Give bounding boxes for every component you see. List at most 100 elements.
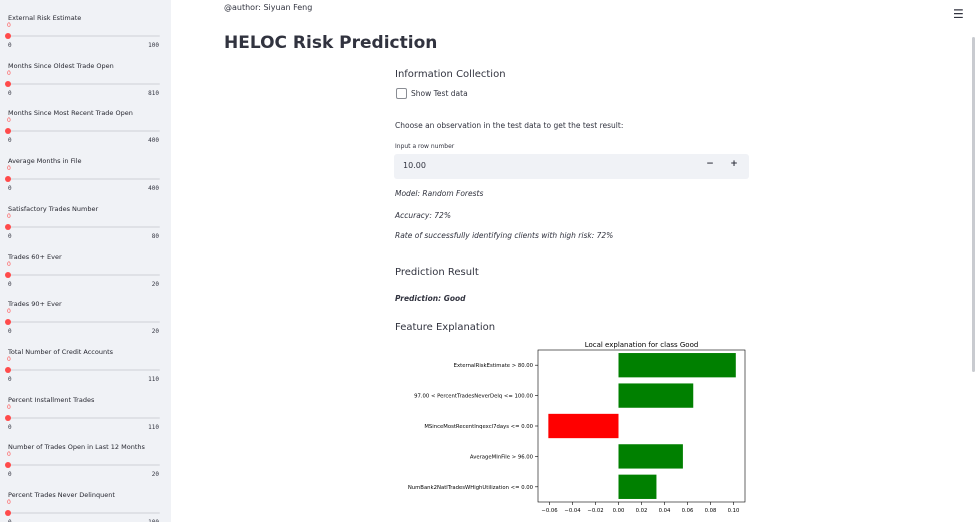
slider-thumb[interactable] xyxy=(5,366,11,373)
slider-track[interactable] xyxy=(8,464,160,467)
slider-max: 100 xyxy=(148,42,159,49)
slider-label: Months Since Oldest Trade Open xyxy=(8,61,114,70)
slider-min: 0 xyxy=(8,137,12,145)
row-number-label: Input a row number xyxy=(395,143,455,150)
slider-thumb[interactable] xyxy=(5,80,11,87)
slider-track[interactable] xyxy=(8,416,160,419)
slider-9[interactable]: Number of Trades Open in Last 12 Months 0… xyxy=(0,433,171,481)
slider-4[interactable]: Satisfactory Trades Number 0 0 80 xyxy=(0,195,171,243)
slider-max: 20 xyxy=(151,471,159,479)
chart-bar xyxy=(618,353,736,378)
slider-label: Trades 90+ Ever xyxy=(8,300,62,309)
slider-label: Number of Trades Open in Last 12 Months xyxy=(8,443,145,452)
slider-min: 0 xyxy=(8,471,12,479)
slider-track[interactable] xyxy=(8,130,160,133)
slider-thumb[interactable] xyxy=(5,176,11,183)
slider-10[interactable]: Percent Trades Never Delinquent00100 xyxy=(0,481,171,522)
slider-track[interactable] xyxy=(8,368,160,371)
author-text: @author: Siyuan Feng xyxy=(224,3,313,12)
y-tick-label: NumBank2NatlTradesWHighUtilization <= 0.… xyxy=(408,485,534,491)
x-tick-label: −0.02 xyxy=(587,508,603,514)
slider-label: Trades 60+ Ever xyxy=(8,252,62,261)
slider-max: 20 xyxy=(151,280,159,288)
hamburger-menu-icon[interactable]: ☰ xyxy=(953,7,964,21)
slider-min: 0 xyxy=(8,328,12,336)
slider-thumb[interactable] xyxy=(5,128,11,135)
slider-max: 110 xyxy=(148,375,159,383)
y-tick-label: AverageMInFile > 96.00 xyxy=(470,454,534,460)
slider-track[interactable] xyxy=(8,82,160,85)
slider-3[interactable]: Average Months in File 0 0 400 xyxy=(0,147,171,195)
row-number-value[interactable]: 10.00 xyxy=(403,161,426,170)
slider-5[interactable]: Trades 60+ Ever 0 0 20 xyxy=(0,243,171,291)
slider-max: 80 xyxy=(151,232,159,240)
slider-thumb[interactable] xyxy=(5,271,11,278)
chart-bar xyxy=(618,444,683,469)
slider-label: External Risk Estimate xyxy=(8,14,82,22)
row-number-input[interactable]: 10.00 − + xyxy=(394,154,749,179)
slider-label: Satisfactory Trades Number xyxy=(8,204,99,213)
choose-observation-text: Choose an observation in the test data t… xyxy=(395,121,624,130)
slider-value: 0 xyxy=(7,165,11,173)
slider-value: 0 xyxy=(7,308,11,316)
slider-value: 0 xyxy=(7,451,11,459)
slider-max: 400 xyxy=(148,185,159,193)
chart-title: Local explanation for class Good xyxy=(585,341,699,349)
slider-label: Percent Installment Trades xyxy=(8,395,95,404)
prediction-result-heading: Prediction Result xyxy=(395,267,479,278)
slider-1[interactable]: Months Since Oldest Trade Open 0 0 810 xyxy=(0,52,171,100)
slider-max: 400 xyxy=(148,137,159,145)
slider-max: 20 xyxy=(151,328,159,336)
slider-8[interactable]: Percent Installment Trades 0 0 110 xyxy=(0,386,171,434)
slider-2[interactable]: Months Since Most Recent Trade Open 0 0 400 xyxy=(0,99,171,147)
show-test-data-label[interactable]: Show Test data xyxy=(411,89,468,98)
y-tick-label: MSinceMostRecentInqexcl7days <= 0.00 xyxy=(424,424,533,430)
slider-value: 0 xyxy=(7,69,11,77)
rate-text: Rate of successfully identifying clients… xyxy=(395,231,614,240)
x-tick-label: 0.08 xyxy=(705,508,717,514)
slider-track[interactable] xyxy=(8,512,160,514)
y-tick-label: ExternalRiskEstimate > 80.00 xyxy=(454,363,534,369)
slider-min: 0 xyxy=(8,185,12,193)
slider-max: 110 xyxy=(148,423,159,431)
slider-max: 810 xyxy=(148,89,159,97)
slider-7[interactable]: Total Number of Credit Accounts 0 0 110 xyxy=(0,338,171,386)
slider-value: 0 xyxy=(7,355,11,363)
slider-thumb[interactable] xyxy=(5,510,11,516)
slider-value: 0 xyxy=(7,212,11,220)
model-text: Model: Random Forests xyxy=(395,189,484,198)
slider-min: 0 xyxy=(8,423,12,431)
x-tick-label: −0.06 xyxy=(541,508,558,514)
slider-min: 0 xyxy=(8,375,12,383)
slider-thumb[interactable] xyxy=(5,414,11,421)
y-tick-label: 97.00 < PercentTradesNeverDelq <= 100.00 xyxy=(414,394,534,400)
slider-value: 0 xyxy=(7,499,11,506)
show-test-data-checkbox[interactable] xyxy=(396,88,407,99)
slider-min: 0 xyxy=(8,232,12,240)
decrement-button[interactable]: − xyxy=(699,159,721,174)
scrollbar[interactable] xyxy=(972,37,975,372)
x-tick-label: 0.00 xyxy=(613,508,625,514)
chart-bar xyxy=(618,474,657,499)
slider-label: Average Months in File xyxy=(8,157,82,166)
slider-value: 0 xyxy=(7,117,11,125)
accuracy-text: Accuracy: 72% xyxy=(395,211,451,220)
slider-track[interactable] xyxy=(8,35,160,37)
slider-label: Total Number of Credit Accounts xyxy=(8,347,113,356)
slider-track[interactable] xyxy=(8,178,160,181)
slider-thumb[interactable] xyxy=(5,33,11,39)
slider-thumb[interactable] xyxy=(5,223,11,230)
slider-thumb[interactable] xyxy=(5,462,11,469)
x-tick-label: 0.04 xyxy=(659,508,671,514)
slider-track[interactable] xyxy=(8,321,160,324)
slider-6[interactable]: Trades 90+ Ever 0 0 20 xyxy=(0,290,171,338)
slider-thumb[interactable] xyxy=(5,319,11,326)
increment-button[interactable]: + xyxy=(723,159,745,174)
slider-track[interactable] xyxy=(8,273,160,276)
prediction-text: Prediction: Good xyxy=(395,294,466,303)
x-tick-label: 0.02 xyxy=(636,508,648,514)
slider-track[interactable] xyxy=(8,225,160,228)
feature-explanation-chart: Local explanation for class Good External… xyxy=(408,341,746,514)
slider-0[interactable]: External Risk Estimate 0 0 100 xyxy=(0,4,171,52)
slider-label: Months Since Most Recent Trade Open xyxy=(8,109,133,118)
